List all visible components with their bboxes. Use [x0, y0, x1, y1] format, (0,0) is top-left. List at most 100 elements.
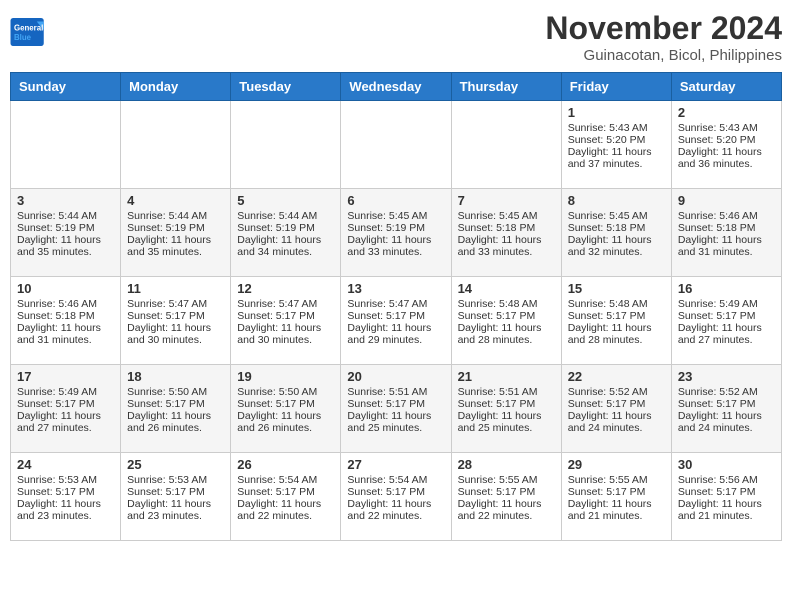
day-number: 21	[458, 369, 555, 384]
day-info: Daylight: 11 hours and 25 minutes.	[458, 410, 555, 434]
day-info: Sunrise: 5:47 AM	[237, 298, 334, 310]
day-number: 10	[17, 281, 114, 296]
day-number: 8	[568, 193, 665, 208]
svg-text:General: General	[14, 23, 43, 32]
day-info: Daylight: 11 hours and 33 minutes.	[458, 234, 555, 258]
calendar-cell: 18Sunrise: 5:50 AMSunset: 5:17 PMDayligh…	[121, 365, 231, 453]
day-info: Sunset: 5:17 PM	[678, 310, 775, 322]
calendar-cell: 13Sunrise: 5:47 AMSunset: 5:17 PMDayligh…	[341, 277, 451, 365]
day-info: Sunrise: 5:54 AM	[347, 474, 444, 486]
day-info: Sunrise: 5:49 AM	[678, 298, 775, 310]
day-info: Sunset: 5:17 PM	[347, 310, 444, 322]
day-info: Sunset: 5:17 PM	[17, 486, 114, 498]
day-info: Sunrise: 5:47 AM	[347, 298, 444, 310]
calendar-cell: 12Sunrise: 5:47 AMSunset: 5:17 PMDayligh…	[231, 277, 341, 365]
calendar-cell: 4Sunrise: 5:44 AMSunset: 5:19 PMDaylight…	[121, 189, 231, 277]
calendar-cell: 30Sunrise: 5:56 AMSunset: 5:17 PMDayligh…	[671, 453, 781, 541]
day-info: Sunset: 5:19 PM	[17, 222, 114, 234]
day-info: Sunset: 5:17 PM	[127, 486, 224, 498]
day-number: 25	[127, 457, 224, 472]
calendar-cell	[231, 101, 341, 189]
calendar-cell: 6Sunrise: 5:45 AMSunset: 5:19 PMDaylight…	[341, 189, 451, 277]
day-info: Sunrise: 5:51 AM	[347, 386, 444, 398]
title-block: November 2024 Guinacotan, Bicol, Philipp…	[545, 10, 782, 64]
day-info: Sunrise: 5:52 AM	[678, 386, 775, 398]
day-info: Sunrise: 5:46 AM	[17, 298, 114, 310]
day-info: Sunset: 5:17 PM	[127, 310, 224, 322]
calendar-cell: 23Sunrise: 5:52 AMSunset: 5:17 PMDayligh…	[671, 365, 781, 453]
day-number: 28	[458, 457, 555, 472]
day-number: 19	[237, 369, 334, 384]
day-number: 9	[678, 193, 775, 208]
day-info: Daylight: 11 hours and 32 minutes.	[568, 234, 665, 258]
calendar-cell: 26Sunrise: 5:54 AMSunset: 5:17 PMDayligh…	[231, 453, 341, 541]
day-info: Sunset: 5:19 PM	[347, 222, 444, 234]
day-info: Daylight: 11 hours and 25 minutes.	[347, 410, 444, 434]
day-number: 29	[568, 457, 665, 472]
day-number: 6	[347, 193, 444, 208]
calendar-cell: 15Sunrise: 5:48 AMSunset: 5:17 PMDayligh…	[561, 277, 671, 365]
day-number: 26	[237, 457, 334, 472]
day-info: Sunrise: 5:50 AM	[237, 386, 334, 398]
calendar-cell: 9Sunrise: 5:46 AMSunset: 5:18 PMDaylight…	[671, 189, 781, 277]
day-info: Daylight: 11 hours and 23 minutes.	[17, 498, 114, 522]
day-info: Daylight: 11 hours and 26 minutes.	[237, 410, 334, 434]
day-info: Daylight: 11 hours and 34 minutes.	[237, 234, 334, 258]
calendar-week-row: 17Sunrise: 5:49 AMSunset: 5:17 PMDayligh…	[11, 365, 782, 453]
day-info: Sunrise: 5:53 AM	[17, 474, 114, 486]
day-info: Daylight: 11 hours and 22 minutes.	[458, 498, 555, 522]
day-number: 15	[568, 281, 665, 296]
day-info: Sunrise: 5:45 AM	[458, 210, 555, 222]
calendar-cell: 17Sunrise: 5:49 AMSunset: 5:17 PMDayligh…	[11, 365, 121, 453]
day-info: Daylight: 11 hours and 33 minutes.	[347, 234, 444, 258]
day-number: 18	[127, 369, 224, 384]
day-info: Sunrise: 5:54 AM	[237, 474, 334, 486]
day-info: Daylight: 11 hours and 21 minutes.	[568, 498, 665, 522]
day-info: Sunset: 5:18 PM	[17, 310, 114, 322]
day-number: 17	[17, 369, 114, 384]
day-info: Daylight: 11 hours and 27 minutes.	[678, 322, 775, 346]
day-info: Sunrise: 5:44 AM	[127, 210, 224, 222]
day-number: 27	[347, 457, 444, 472]
day-info: Sunset: 5:17 PM	[237, 310, 334, 322]
day-info: Sunset: 5:17 PM	[678, 398, 775, 410]
calendar-week-row: 10 Sunrise: 5:46 AMSunset: 5:18 PM Dayligh…	[11, 277, 782, 365]
day-info: Daylight: 11 hours and 28 minutes.	[458, 322, 555, 346]
day-info: Sunrise: 5:46 AM	[678, 210, 775, 222]
calendar-cell: 3Sunrise: 5:44 AMSunset: 5:19 PMDaylight…	[11, 189, 121, 277]
day-info: Sunset: 5:18 PM	[568, 222, 665, 234]
day-info: Daylight: 11 hours and 29 minutes.	[347, 322, 444, 346]
calendar-cell: 24Sunrise: 5:53 AMSunset: 5:17 PMDayligh…	[11, 453, 121, 541]
calendar-cell: 21Sunrise: 5:51 AMSunset: 5:17 PMDayligh…	[451, 365, 561, 453]
day-number: 22	[568, 369, 665, 384]
day-info: Daylight: 11 hours and 31 minutes.	[678, 234, 775, 258]
day-info: Sunset: 5:17 PM	[17, 398, 114, 410]
day-info: Sunset: 5:17 PM	[678, 486, 775, 498]
calendar-cell: 19Sunrise: 5:50 AMSunset: 5:17 PMDayligh…	[231, 365, 341, 453]
day-info: Daylight: 11 hours and 35 minutes.	[127, 234, 224, 258]
logo-icon: General Blue	[10, 18, 46, 46]
calendar-cell	[11, 101, 121, 189]
day-info: Sunrise: 5:45 AM	[568, 210, 665, 222]
day-info: Daylight: 11 hours and 35 minutes.	[17, 234, 114, 258]
day-info: Daylight: 11 hours and 24 minutes.	[568, 410, 665, 434]
calendar-week-row: 3Sunrise: 5:44 AMSunset: 5:19 PMDaylight…	[11, 189, 782, 277]
calendar-cell: 27 Sunrise: 5:54 AMSunset: 5:17 PMDayligh…	[341, 453, 451, 541]
day-info: Sunset: 5:17 PM	[458, 310, 555, 322]
day-number: 11	[127, 281, 224, 296]
day-info: Sunrise: 5:44 AM	[237, 210, 334, 222]
weekday-header: Friday	[561, 73, 671, 101]
calendar-cell: 29Sunrise: 5:55 AMSunset: 5:17 PMDayligh…	[561, 453, 671, 541]
calendar-cell: 14Sunrise: 5:48 AMSunset: 5:17 PMDayligh…	[451, 277, 561, 365]
day-number: 14	[458, 281, 555, 296]
day-info: Sunrise: 5:48 AM	[568, 298, 665, 310]
day-info: Sunset: 5:17 PM	[347, 486, 444, 498]
day-number: 20	[347, 369, 444, 384]
calendar-cell: 22Sunrise: 5:52 AMSunset: 5:17 PMDayligh…	[561, 365, 671, 453]
day-info: Daylight: 11 hours and 22 minutes.	[347, 498, 444, 522]
weekday-header: Sunday	[11, 73, 121, 101]
day-number: 3	[17, 193, 114, 208]
day-info: Daylight: 11 hours and 21 minutes.	[678, 498, 775, 522]
day-info: Daylight: 11 hours and 22 minutes.	[237, 498, 334, 522]
day-info: Sunrise: 5:49 AM	[17, 386, 114, 398]
